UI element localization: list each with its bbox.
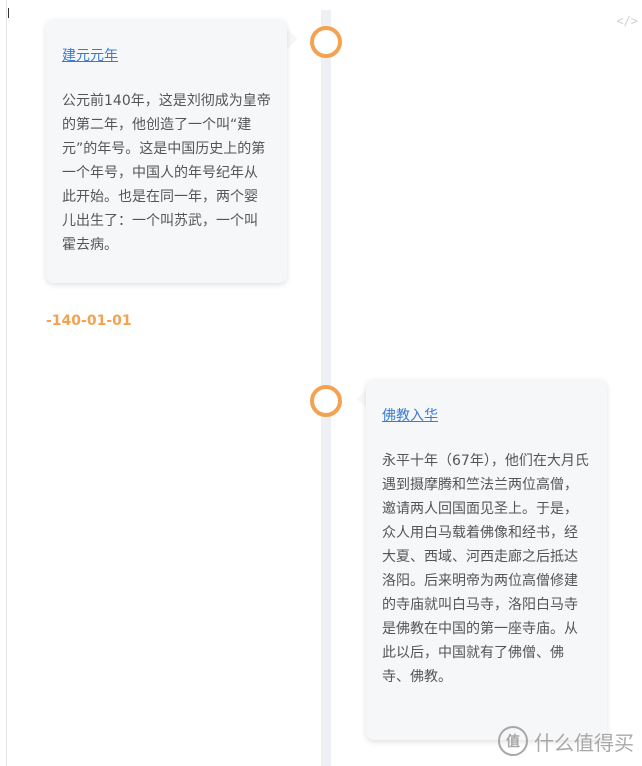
card-pointer — [357, 390, 366, 408]
event-description: 永平十年（67年），他们在大月氏遇到摄摩腾和竺法兰两位高僧，邀请两人回国面见圣上… — [382, 453, 589, 685]
watermark-logo-icon: 值 — [498, 726, 528, 756]
card-pointer — [287, 30, 296, 48]
timeline-node-circle-icon — [310, 385, 342, 417]
event-date: -140-01-01 — [46, 313, 132, 329]
event-title-link[interactable]: 建元元年 — [62, 45, 118, 65]
timeline-event-card: 佛教入华 永平十年（67年），他们在大月氏遇到摄摩腾和竺法兰两位高僧，邀请两人回… — [366, 379, 607, 740]
event-description: 公元前140年，这是刘彻成为皇帝的第二年，他创造了一个叫“建元”的年号。这是中国… — [62, 93, 271, 253]
timeline-node-circle-icon — [310, 26, 342, 58]
watermark: 值 什么值得买 — [498, 726, 634, 756]
timeline-event-card: 建元元年 公元前140年，这是刘彻成为皇帝的第二年，他创造了一个叫“建元”的年号… — [46, 19, 287, 283]
watermark-text: 什么值得买 — [534, 730, 634, 755]
code-icon[interactable]: </> — [616, 14, 638, 28]
event-title-link[interactable]: 佛教入华 — [382, 405, 438, 425]
left-border — [6, 0, 7, 766]
text-cursor — [8, 8, 9, 18]
